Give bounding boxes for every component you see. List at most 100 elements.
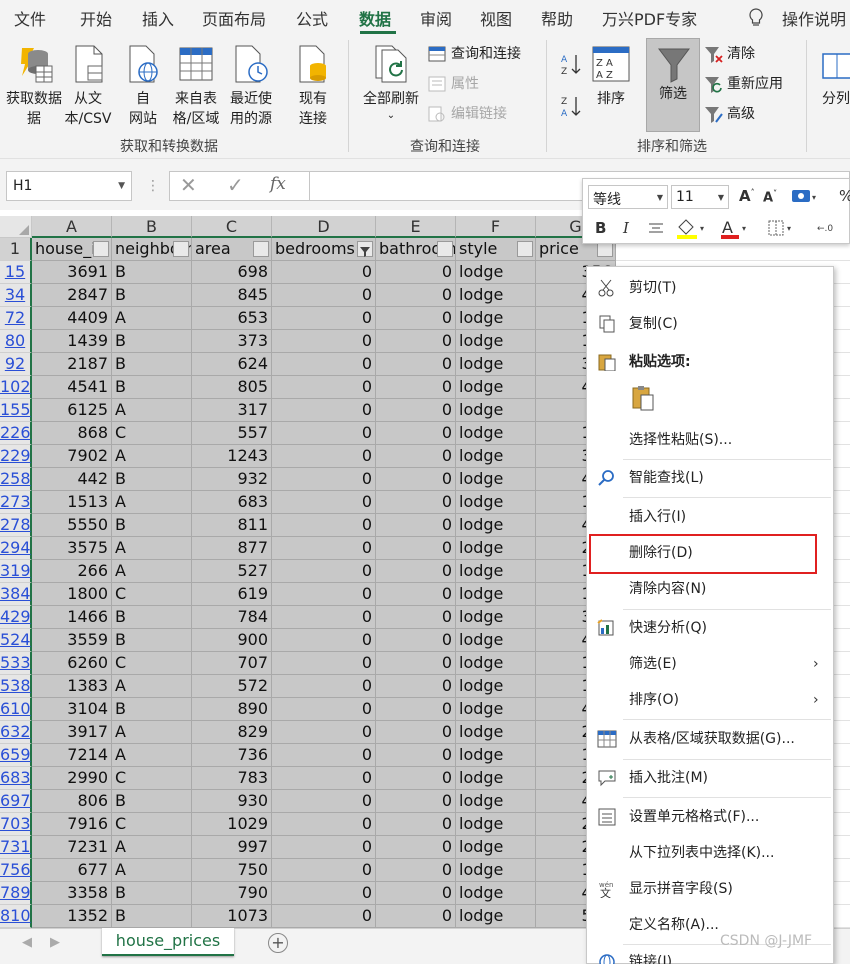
table-cell[interactable]: lodge xyxy=(456,813,536,836)
menu-item-cut[interactable]: 剪切(T) xyxy=(587,273,833,303)
table-cell[interactable]: 0 xyxy=(376,468,456,491)
table-cell[interactable]: 0 xyxy=(272,422,376,445)
table-cell[interactable]: 845 xyxy=(192,284,272,307)
table-cell[interactable]: 806 xyxy=(32,790,112,813)
table-cell[interactable]: 1383 xyxy=(32,675,112,698)
text-to-columns-button[interactable]: 分列 xyxy=(814,40,850,130)
table-cell[interactable]: 0 xyxy=(272,330,376,353)
name-box[interactable]: H1 ▼ xyxy=(6,171,132,201)
table-cell[interactable]: 0 xyxy=(376,698,456,721)
table-cell[interactable]: lodge xyxy=(456,514,536,537)
table-cell[interactable]: 783 xyxy=(192,767,272,790)
table-cell[interactable]: 0 xyxy=(376,652,456,675)
chevron-down-icon[interactable]: ▼ xyxy=(657,193,663,202)
table-cell[interactable]: 0 xyxy=(376,629,456,652)
table-cell[interactable]: 0 xyxy=(272,813,376,836)
table-cell[interactable]: 0 xyxy=(376,491,456,514)
menu-item-clear-contents[interactable]: 清除内容(N) xyxy=(587,574,833,604)
decimal-icon[interactable]: ←.0 xyxy=(815,219,845,237)
menu-item-quick-analysis[interactable]: 快速分析(Q) xyxy=(587,613,833,643)
table-cell[interactable]: lodge xyxy=(456,422,536,445)
table-cell[interactable]: 0 xyxy=(376,675,456,698)
table-cell[interactable]: 0 xyxy=(376,606,456,629)
tab-help[interactable]: 帮助 xyxy=(541,6,573,30)
table-cell[interactable]: 0 xyxy=(272,698,376,721)
row-header[interactable]: 278 xyxy=(0,514,32,537)
table-cell[interactable]: 3104 xyxy=(32,698,112,721)
table-cell[interactable]: A xyxy=(112,399,192,422)
row-header[interactable]: 610 xyxy=(0,698,32,721)
row-header[interactable]: 155 xyxy=(0,399,32,422)
row-header[interactable]: 789 xyxy=(0,882,32,905)
column-header-e[interactable]: E xyxy=(376,216,456,238)
table-cell[interactable]: A xyxy=(112,445,192,468)
table-cell[interactable]: A xyxy=(112,491,192,514)
reapply-button[interactable]: 重新应用 xyxy=(727,74,783,94)
table-cell[interactable]: 677 xyxy=(32,859,112,882)
row-header[interactable]: 533 xyxy=(0,652,32,675)
table-cell[interactable]: 1466 xyxy=(32,606,112,629)
table-cell[interactable]: B xyxy=(112,261,192,284)
table-cell[interactable]: 572 xyxy=(192,675,272,698)
row-header[interactable]: 229 xyxy=(0,445,32,468)
properties-button[interactable]: 属性 xyxy=(451,74,479,94)
table-cell[interactable]: B xyxy=(112,376,192,399)
fill-color-icon[interactable]: ▾ xyxy=(675,217,709,239)
table-cell[interactable]: A xyxy=(112,537,192,560)
table-cell[interactable]: 2187 xyxy=(32,353,112,376)
table-cell[interactable]: 0 xyxy=(272,445,376,468)
from-web-button[interactable]: 自 网站 xyxy=(120,40,166,130)
queries-connections-button[interactable]: 查询和连接 xyxy=(451,44,521,64)
menu-item-filter[interactable]: 筛选(E) › xyxy=(587,649,833,679)
table-cell[interactable]: lodge xyxy=(456,859,536,882)
table-cell[interactable]: 0 xyxy=(272,284,376,307)
menu-item-smart-lookup[interactable]: 智能查找(L) xyxy=(587,463,833,493)
header-cell[interactable]: house_id xyxy=(32,238,112,261)
table-cell[interactable]: 0 xyxy=(376,422,456,445)
table-cell[interactable]: lodge xyxy=(456,445,536,468)
tab-page-layout[interactable]: 页面布局 xyxy=(202,6,266,30)
menu-item-get-from-table[interactable]: 从表格/区域获取数据(G)... xyxy=(587,724,833,754)
table-cell[interactable]: 619 xyxy=(192,583,272,606)
table-cell[interactable]: 557 xyxy=(192,422,272,445)
menu-item-format-cells[interactable]: 设置单元格格式(F)... xyxy=(587,802,833,832)
decrease-font-icon[interactable]: A˅ xyxy=(763,189,777,205)
table-cell[interactable]: 877 xyxy=(192,537,272,560)
column-header-c[interactable]: C xyxy=(192,216,272,238)
table-cell[interactable]: 0 xyxy=(272,353,376,376)
table-cell[interactable]: 890 xyxy=(192,698,272,721)
table-cell[interactable]: 0 xyxy=(272,514,376,537)
table-cell[interactable]: B xyxy=(112,284,192,307)
table-cell[interactable]: B xyxy=(112,629,192,652)
table-cell[interactable]: lodge xyxy=(456,652,536,675)
align-center-icon[interactable] xyxy=(647,221,665,237)
tab-home[interactable]: 开始 xyxy=(80,6,112,30)
table-cell[interactable]: 1800 xyxy=(32,583,112,606)
table-cell[interactable]: 0 xyxy=(272,744,376,767)
table-cell[interactable]: 0 xyxy=(272,583,376,606)
table-cell[interactable]: 0 xyxy=(272,767,376,790)
table-cell[interactable]: 0 xyxy=(376,353,456,376)
table-cell[interactable]: lodge xyxy=(456,537,536,560)
table-cell[interactable]: B xyxy=(112,606,192,629)
table-cell[interactable]: B xyxy=(112,882,192,905)
font-name-box[interactable]: 等线 ▼ xyxy=(588,185,668,209)
table-cell[interactable]: 0 xyxy=(376,560,456,583)
table-cell[interactable]: 1029 xyxy=(192,813,272,836)
column-header-b[interactable]: B xyxy=(112,216,192,238)
table-cell[interactable]: 0 xyxy=(376,905,456,928)
table-cell[interactable]: 0 xyxy=(272,468,376,491)
table-cell[interactable]: lodge xyxy=(456,560,536,583)
table-cell[interactable]: lodge xyxy=(456,721,536,744)
table-cell[interactable]: B xyxy=(112,468,192,491)
row-header[interactable]: 80 xyxy=(0,330,32,353)
table-cell[interactable]: lodge xyxy=(456,491,536,514)
table-cell[interactable]: 653 xyxy=(192,307,272,330)
row-header[interactable]: 273 xyxy=(0,491,32,514)
table-cell[interactable]: 4541 xyxy=(32,376,112,399)
from-text-csv-button[interactable]: 从文 本/CSV xyxy=(62,40,114,130)
table-cell[interactable]: 266 xyxy=(32,560,112,583)
table-cell[interactable]: C xyxy=(112,422,192,445)
row-header[interactable]: 703 xyxy=(0,813,32,836)
table-cell[interactable]: 442 xyxy=(32,468,112,491)
